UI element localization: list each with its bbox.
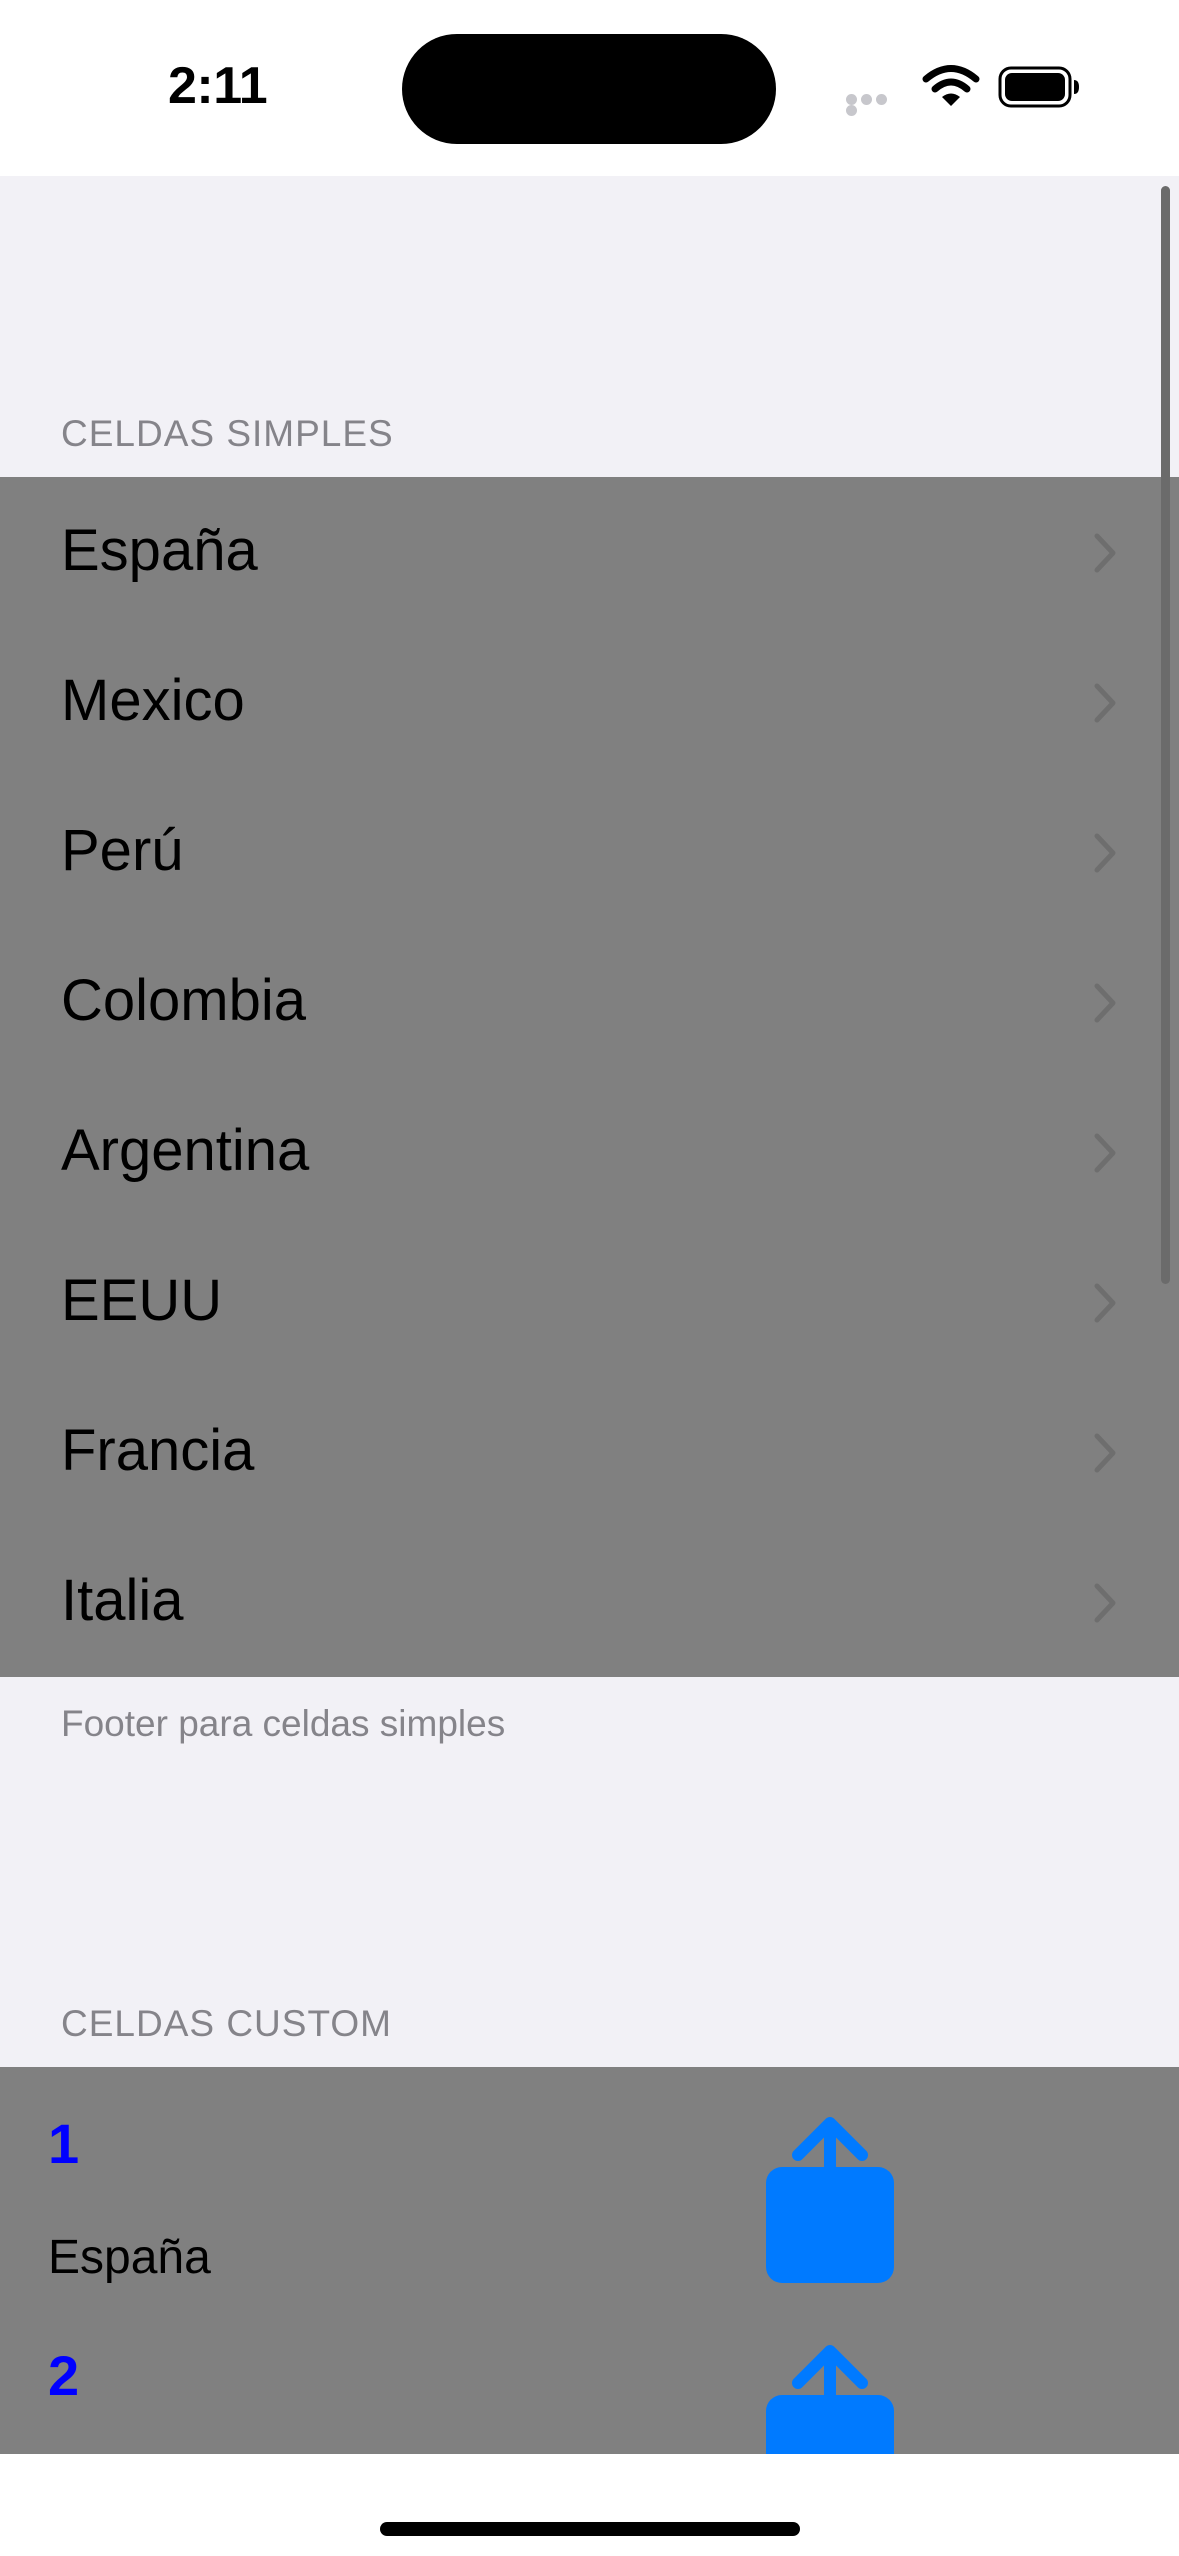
custom-cells-list: 1 España 2 <box>0 2067 1179 2454</box>
share-icon[interactable] <box>762 2117 898 2287</box>
section-header-custom: CELDAS CUSTOM <box>61 2003 392 2044</box>
chevron-right-icon <box>1094 1283 1116 1323</box>
list-item[interactable]: Perú <box>0 777 1179 927</box>
list-item-label: Francia <box>61 1418 255 1483</box>
chevron-right-icon <box>1094 983 1116 1023</box>
status-bar: 2:11 <box>0 0 1179 176</box>
section-footer-simple: Footer para celdas simples <box>61 1703 506 1744</box>
list-item[interactable]: España <box>0 477 1179 627</box>
list-item-label: Italia <box>61 1568 184 1633</box>
home-area <box>0 2454 1179 2556</box>
list-item-label: Perú <box>61 818 184 883</box>
list-item[interactable]: Argentina <box>0 1077 1179 1227</box>
list-item-label: España <box>61 518 258 583</box>
wifi-icon <box>922 65 980 106</box>
status-time: 2:11 <box>168 57 268 115</box>
simple-cells-list: España Mexico Perú Colombia Argentina EE… <box>0 477 1179 1677</box>
scroll-indicator[interactable] <box>1161 186 1170 1284</box>
list-item[interactable]: Mexico <box>0 627 1179 777</box>
home-indicator[interactable] <box>380 2522 800 2536</box>
chevron-right-icon <box>1094 683 1116 723</box>
table-view[interactable]: CELDAS SIMPLES España Mexico Perú Colomb… <box>0 176 1179 2454</box>
custom-cell[interactable]: 1 España <box>0 2067 1179 2343</box>
list-item-label: Mexico <box>61 668 245 733</box>
list-item-label: Argentina <box>61 1118 310 1183</box>
cellular-signal-icon <box>846 94 904 116</box>
chevron-right-icon <box>1094 1133 1116 1173</box>
list-item[interactable]: Colombia <box>0 927 1179 1077</box>
battery-icon <box>998 66 1079 108</box>
cell-country-name: España <box>48 2231 211 2284</box>
list-item-label: EEUU <box>61 1268 223 1333</box>
cell-number: 1 <box>48 2112 80 2175</box>
share-icon[interactable] <box>762 2345 898 2454</box>
chevron-right-icon <box>1094 1583 1116 1623</box>
chevron-right-icon <box>1094 1433 1116 1473</box>
custom-cell[interactable]: 2 <box>0 2343 1179 2454</box>
chevron-right-icon <box>1094 833 1116 873</box>
list-item[interactable]: Italia <box>0 1527 1179 1677</box>
list-item-label: Colombia <box>61 968 306 1033</box>
cell-number: 2 <box>48 2344 80 2407</box>
list-item[interactable]: EEUU <box>0 1227 1179 1377</box>
dynamic-island <box>402 34 776 144</box>
chevron-right-icon <box>1094 533 1116 573</box>
section-header-simple: CELDAS SIMPLES <box>61 413 394 454</box>
list-item[interactable]: Francia <box>0 1377 1179 1527</box>
